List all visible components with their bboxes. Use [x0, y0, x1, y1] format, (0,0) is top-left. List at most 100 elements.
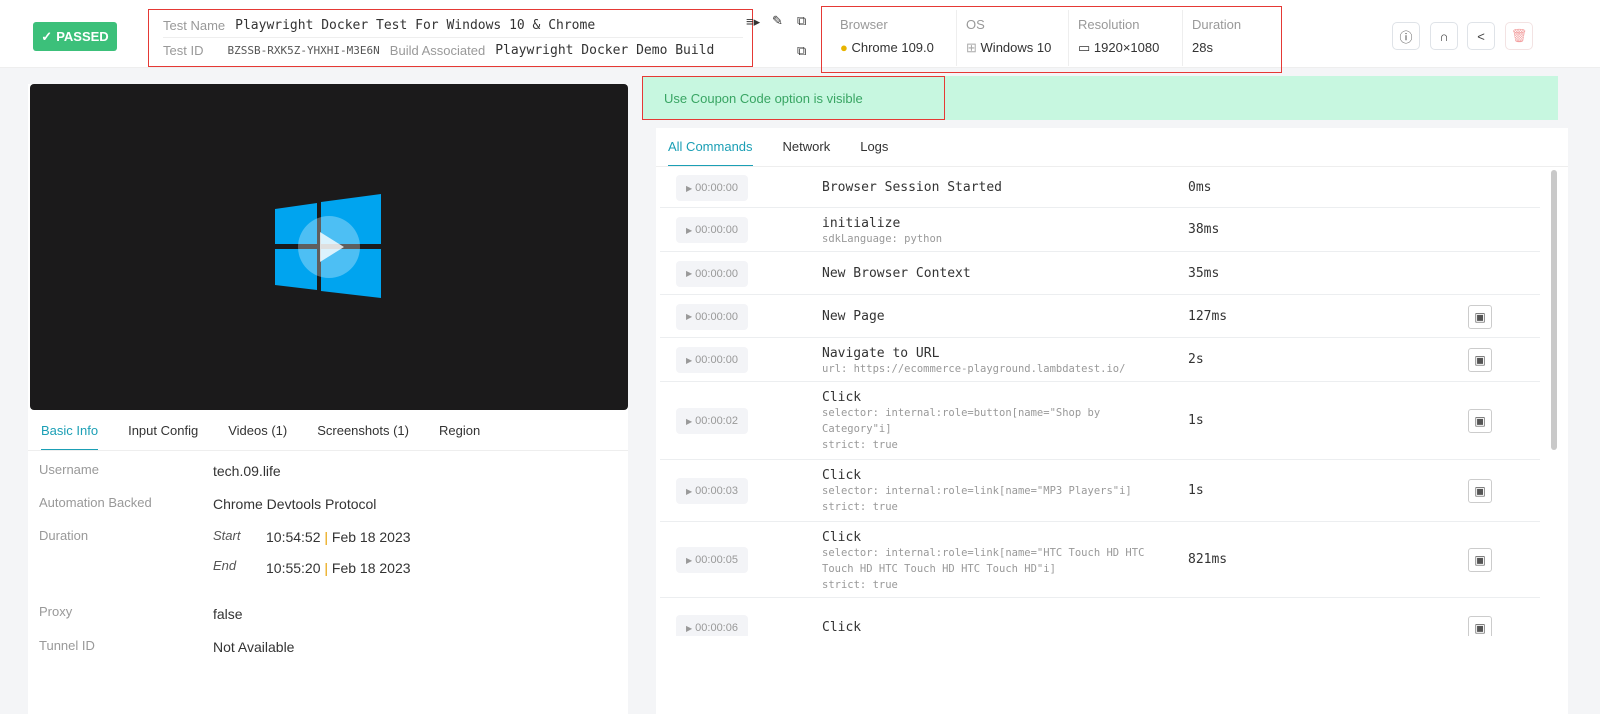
screenshot-icon[interactable]: ▣	[1468, 409, 1492, 433]
command-title: Click	[822, 530, 862, 545]
screenshot-icon[interactable]: ▣	[1468, 304, 1492, 329]
command-row[interactable]: ▶ 00:00:00 New Browser Context 35ms	[660, 252, 1540, 295]
command-duration: 35ms	[1188, 265, 1220, 281]
start-time: 10:54:52 | Feb 18 2023	[266, 529, 411, 545]
command-title: Click	[822, 620, 862, 635]
magnet-icon: ∩	[1439, 28, 1449, 44]
timestamp-button[interactable]: ▶ 00:00:00	[676, 347, 748, 373]
command-duration: 0ms	[1188, 180, 1212, 195]
command-tabs: All Commands Network Logs	[668, 139, 918, 167]
timestamp-button[interactable]: ▶ 00:00:00	[676, 260, 748, 287]
timestamp-button[interactable]: ▶ 00:00:05	[676, 547, 748, 573]
build-name[interactable]: Playwright Docker Demo Build	[495, 43, 714, 58]
tab-logs[interactable]: Logs	[860, 139, 888, 167]
tab-network[interactable]: Network	[783, 139, 831, 167]
share-button[interactable]: <	[1467, 22, 1495, 50]
timestamp-button[interactable]: ▶ 00:00:00	[676, 175, 748, 201]
play-icon: ▶	[686, 355, 693, 365]
command-row[interactable]: ▶ 00:00:06 Click ▣	[660, 598, 1540, 636]
command-title: Click	[822, 390, 862, 405]
command-title: New Browser Context	[822, 265, 971, 281]
screenshot-icon[interactable]: ▣	[1468, 548, 1492, 572]
tab-screenshots[interactable]: Screenshots (1)	[317, 423, 409, 451]
end-label: End	[213, 558, 237, 573]
command-row[interactable]: ▶ 00:00:05 Click selector: internal:role=l…	[660, 522, 1540, 598]
timestamp-button[interactable]: ▶ 00:00:06	[676, 615, 748, 636]
play-icon: ▶	[686, 555, 693, 565]
command-list: ▶ 00:00:00 Browser Session Started 0ms ▶ 0…	[656, 168, 1540, 636]
build-label: Build Associated	[389, 43, 486, 58]
chrome-icon: ●	[840, 40, 848, 55]
screenshot-icon[interactable]: ▣	[1468, 348, 1492, 372]
command-duration: 2s	[1188, 352, 1204, 367]
timestamp-button[interactable]: ▶ 00:00:00	[676, 303, 748, 330]
edit-icon[interactable]: ✎	[772, 13, 783, 29]
monitor-icon: ▭	[1078, 40, 1091, 55]
os-info: OS ⊞ Windows 10	[966, 17, 1051, 56]
timestamp: 00:00:00	[695, 182, 738, 194]
play-icon: ▶	[686, 225, 693, 235]
windows-logo-icon	[275, 194, 381, 298]
browser-value: Chrome 109.0	[851, 40, 934, 55]
duration-label: Duration	[1192, 17, 1242, 32]
play-icon: ▶	[686, 312, 693, 321]
test-id-label: Test ID	[163, 43, 204, 58]
command-duration: 127ms	[1188, 308, 1228, 324]
scrollbar[interactable]	[1551, 170, 1557, 450]
tab-basic-info[interactable]: Basic Info	[41, 423, 99, 451]
play-icon: ▶	[686, 623, 693, 633]
command-row[interactable]: ▶ 00:00:00 New Page 127ms ▣	[660, 295, 1540, 338]
windows-icon: ⊞	[966, 40, 977, 55]
proxy-value: false	[213, 606, 243, 622]
magnet-button[interactable]: ∩	[1430, 22, 1458, 50]
timestamp-button[interactable]: ▶ 00:00:00	[676, 217, 748, 243]
command-row[interactable]: ▶ 00:00:02 Click selector: internal:role=b…	[660, 382, 1540, 460]
browser-info: Browser ● Chrome 109.0	[840, 17, 934, 55]
copy-icon[interactable]: ⧉	[797, 43, 806, 59]
resolution-info: Resolution ▭ 1920×1080	[1078, 17, 1159, 56]
copy-icon[interactable]: ⧉	[797, 13, 806, 29]
command-title: Browser Session Started	[822, 180, 1003, 195]
duration-value: 28s	[1192, 40, 1213, 55]
video-player[interactable]	[30, 84, 628, 410]
play-icon: ▶	[686, 269, 693, 278]
end-time: 10:55:20 | Feb 18 2023	[266, 560, 411, 576]
command-duration: 1s	[1188, 413, 1204, 428]
start-label: Start	[213, 528, 241, 543]
info-button[interactable]: ⓘ	[1392, 22, 1420, 50]
tab-videos[interactable]: Videos (1)	[228, 423, 287, 451]
resolution-value: 1920×1080	[1093, 40, 1160, 55]
run-list-icon[interactable]: ≡▸	[746, 14, 760, 30]
screenshot-icon[interactable]: ▣	[1468, 616, 1492, 636]
command-title: Navigate to URL	[822, 346, 940, 361]
test-name-label: Test Name	[163, 18, 226, 33]
timestamp-button[interactable]: ▶ 00:00:02	[676, 408, 748, 434]
command-title: Click	[822, 468, 862, 483]
timestamp: 00:00:00	[695, 310, 738, 323]
command-detail: selector: internal:role=link[name="HTC T…	[822, 547, 1145, 591]
screenshot-icon[interactable]: ▣	[1468, 479, 1492, 503]
info-tabs: Basic Info Input Config Videos (1) Scree…	[41, 423, 510, 451]
tab-all-commands[interactable]: All Commands	[668, 139, 753, 167]
browser-label: Browser	[840, 17, 888, 32]
timestamp-button[interactable]: ▶ 00:00:03	[676, 478, 748, 504]
timestamp: 00:00:05	[695, 554, 738, 566]
tab-input-config[interactable]: Input Config	[128, 423, 198, 451]
delete-button[interactable]: 🗑	[1505, 22, 1533, 50]
command-row[interactable]: ▶ 00:00:03 Click selector: internal:role=l…	[660, 460, 1540, 522]
command-row[interactable]: ▶ 00:00:00 initialize sdkLanguage: python …	[660, 208, 1540, 252]
os-label: OS	[966, 17, 985, 32]
duration-info: Duration 28s	[1192, 17, 1241, 55]
command-row[interactable]: ▶ 00:00:00 Browser Session Started 0ms	[660, 168, 1540, 208]
trash-icon: 🗑	[1510, 28, 1528, 43]
command-detail: selector: internal:role=link[name="MP3 P…	[822, 485, 1132, 513]
command-row[interactable]: ▶ 00:00:00 Navigate to URL url: https://ec…	[660, 338, 1540, 382]
timestamp: 00:00:00	[695, 267, 738, 280]
tab-region[interactable]: Region	[439, 423, 480, 451]
command-detail: selector: internal:role=button[name="Sho…	[822, 407, 1101, 451]
timestamp: 00:00:02	[695, 415, 738, 427]
os-value: Windows 10	[980, 40, 1052, 55]
duration-label: Duration	[39, 528, 89, 543]
automation-label: Automation Backed	[39, 495, 152, 510]
timestamp: 00:00:03	[695, 485, 738, 497]
